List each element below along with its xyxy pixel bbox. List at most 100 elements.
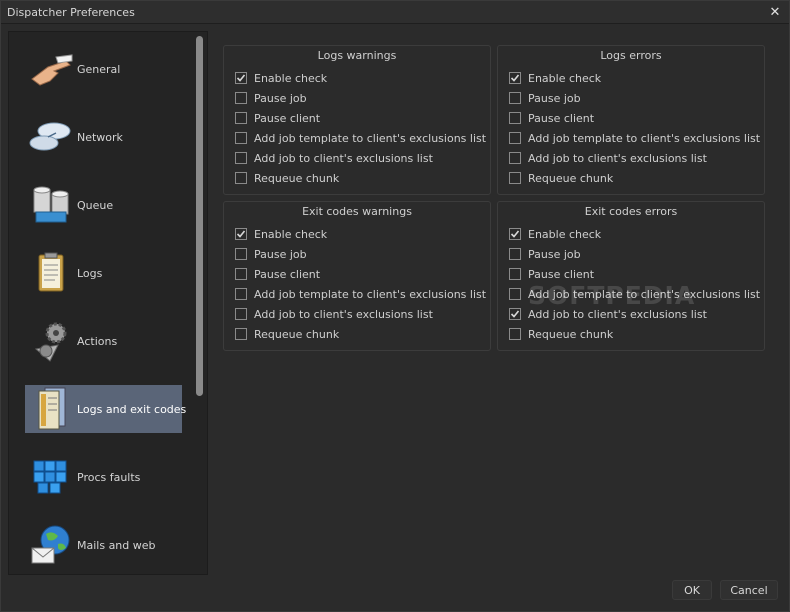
checkbox-option[interactable]: Add job to client's exclusions list <box>235 150 433 166</box>
clipboard-icon <box>25 249 77 297</box>
checkbox-checked[interactable] <box>235 72 247 84</box>
checkbox-option[interactable]: Add job template to client's exclusions … <box>509 130 760 146</box>
checkbox-unchecked[interactable] <box>509 288 521 300</box>
checkbox-unchecked[interactable] <box>509 268 521 280</box>
sidebar-item-procs-faults[interactable]: Procs faults <box>25 453 182 501</box>
checkbox-label: Enable check <box>528 71 602 85</box>
database-icon <box>25 181 77 229</box>
sidebar-item-logs-and-exit-codes[interactable]: Logs and exit codes <box>25 385 186 433</box>
checkbox-option[interactable]: Pause job <box>235 90 307 106</box>
checkbox-option[interactable]: Pause client <box>235 266 320 282</box>
cubes-icon <box>25 453 77 501</box>
group-title: Logs warnings <box>317 49 397 62</box>
group-logs-warnings: Logs warnings Enable check Pause job Pause… <box>223 45 491 195</box>
checkmark-icon <box>510 310 520 318</box>
checkbox-option[interactable]: Requeue chunk <box>235 326 339 342</box>
sidebar-item-actions[interactable]: Actions <box>25 317 182 365</box>
close-icon[interactable]: ✕ <box>767 4 783 20</box>
checkbox-label: Pause client <box>254 111 321 125</box>
checkbox-option[interactable]: Requeue chunk <box>235 170 339 186</box>
sidebar-item-mails-and-web[interactable]: Mails and web <box>25 521 182 569</box>
sidebar-item-label: General <box>77 62 121 76</box>
checkbox-option[interactable]: Pause job <box>235 246 307 262</box>
checkbox-label: Enable check <box>254 227 328 241</box>
checkbox-label: Requeue chunk <box>528 171 614 185</box>
window-title: Dispatcher Preferences <box>7 6 135 19</box>
checkbox-option[interactable]: Requeue chunk <box>509 170 613 186</box>
checkbox-option[interactable]: Requeue chunk <box>509 326 613 342</box>
checkbox-label: Add job to client's exclusions list <box>254 307 433 321</box>
sidebar-item-general[interactable]: General <box>25 45 182 93</box>
checkbox-label: Add job template to client's exclusions … <box>254 287 487 301</box>
checkbox-checked[interactable] <box>509 308 521 320</box>
title-bar: Dispatcher Preferences ✕ <box>1 1 789 24</box>
cancel-button[interactable]: Cancel <box>720 580 778 600</box>
checkbox-option[interactable]: Pause client <box>509 266 594 282</box>
sidebar-item-label: Queue <box>77 198 114 212</box>
checkbox-unchecked[interactable] <box>509 92 521 104</box>
pointing-hand-icon <box>25 45 77 93</box>
checkbox-option[interactable]: Pause client <box>235 110 320 126</box>
checkbox-unchecked[interactable] <box>509 112 521 124</box>
category-sidebar: General Network Queue Logs Actions Logs … <box>8 31 208 575</box>
checkbox-option[interactable]: Pause job <box>509 246 581 262</box>
checkbox-option[interactable]: Add job template to client's exclusions … <box>235 286 486 302</box>
checkmark-icon <box>236 74 246 82</box>
checkbox-unchecked[interactable] <box>235 152 247 164</box>
checkbox-label: Enable check <box>528 227 602 241</box>
scrollbar-thumb[interactable] <box>196 36 203 396</box>
sidebar-item-network[interactable]: Network <box>25 113 182 161</box>
sidebar-scrollbar[interactable] <box>194 32 206 574</box>
checkbox-checked[interactable] <box>509 228 521 240</box>
checkbox-label: Pause client <box>528 267 595 281</box>
ok-button[interactable]: OK <box>672 580 712 600</box>
checkbox-label: Add job template to client's exclusions … <box>254 131 487 145</box>
checkbox-checked[interactable] <box>509 72 521 84</box>
network-clouds-icon <box>25 113 77 161</box>
group-exit-codes-warnings: Exit codes warnings Enable check Pause jo… <box>223 201 491 351</box>
checkbox-unchecked[interactable] <box>235 132 247 144</box>
checkbox-option[interactable]: Enable check <box>235 70 327 86</box>
checkbox-option[interactable]: Enable check <box>509 226 601 242</box>
sidebar-item-label: Procs faults <box>77 470 141 484</box>
checkbox-unchecked[interactable] <box>235 268 247 280</box>
checkbox-unchecked[interactable] <box>235 288 247 300</box>
checkbox-unchecked[interactable] <box>509 172 521 184</box>
checkbox-option[interactable]: Enable check <box>235 226 327 242</box>
checkbox-unchecked[interactable] <box>235 112 247 124</box>
gears-icon <box>25 317 77 365</box>
group-title: Exit codes errors <box>584 205 678 218</box>
checkbox-unchecked[interactable] <box>509 132 521 144</box>
checkbox-label: Pause job <box>528 91 581 105</box>
checkbox-unchecked[interactable] <box>235 328 247 340</box>
checkbox-label: Add job template to client's exclusions … <box>528 131 761 145</box>
checkbox-unchecked[interactable] <box>509 328 521 340</box>
group-title: Logs errors <box>600 49 662 62</box>
checkbox-option[interactable]: Add job to client's exclusions list <box>509 150 707 166</box>
checkbox-option[interactable]: Pause job <box>509 90 581 106</box>
checkmark-icon <box>236 230 246 238</box>
checkbox-option[interactable]: Pause client <box>509 110 594 126</box>
checkbox-label: Add job to client's exclusions list <box>528 151 707 165</box>
checkbox-label: Pause client <box>528 111 595 125</box>
checkbox-label: Pause client <box>254 267 321 281</box>
checkbox-unchecked[interactable] <box>235 248 247 260</box>
checkbox-checked[interactable] <box>235 228 247 240</box>
checkbox-option[interactable]: Enable check <box>509 70 601 86</box>
sidebar-item-queue[interactable]: Queue <box>25 181 182 229</box>
sidebar-item-logs[interactable]: Logs <box>25 249 182 297</box>
checkbox-unchecked[interactable] <box>235 172 247 184</box>
document-stack-icon <box>25 385 77 433</box>
checkbox-option[interactable]: Add job template to client's exclusions … <box>235 130 486 146</box>
checkbox-unchecked[interactable] <box>235 92 247 104</box>
sidebar-item-label: Logs <box>77 266 103 280</box>
sidebar-item-label: Mails and web <box>77 538 156 552</box>
checkbox-unchecked[interactable] <box>509 248 521 260</box>
checkbox-unchecked[interactable] <box>509 152 521 164</box>
checkbox-label: Pause job <box>528 247 581 261</box>
checkbox-label: Add job to client's exclusions list <box>254 151 433 165</box>
checkbox-option[interactable]: Add job to client's exclusions list <box>235 306 433 322</box>
softpedia-watermark: SOFTPEDIA <box>528 281 696 310</box>
group-logs-errors: Logs errors Enable check Pause job Pause c… <box>497 45 765 195</box>
checkbox-unchecked[interactable] <box>235 308 247 320</box>
